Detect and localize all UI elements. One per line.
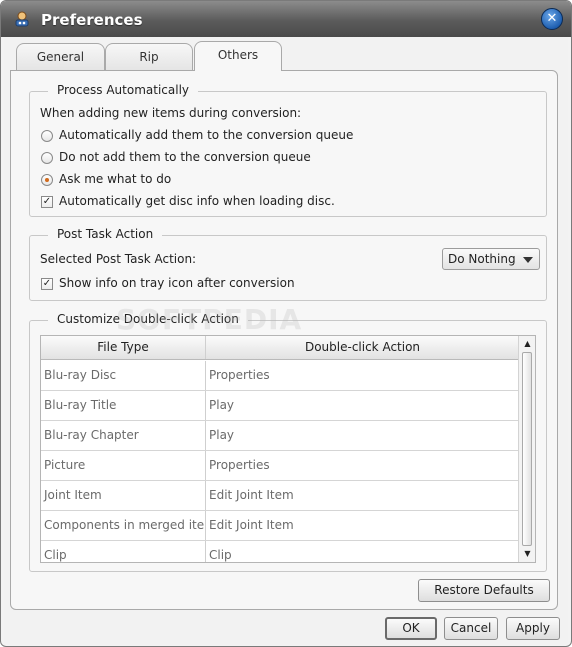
table-row[interactable]: Joint Item Edit Joint Item [41, 481, 519, 511]
radio-auto-add-label[interactable]: Automatically add them to the conversion… [59, 128, 353, 142]
post-task-dropdown[interactable]: Do Nothing [442, 248, 540, 270]
tray-info-checkbox[interactable]: ✓ [41, 278, 53, 290]
double-click-title: Customize Double-click Action [48, 312, 248, 326]
table-header: File Type Double-click Action [41, 336, 519, 360]
column-divider [205, 336, 206, 359]
chevron-down-icon [523, 257, 533, 263]
scroll-up-icon[interactable]: ▲ [521, 338, 534, 350]
scroll-down-icon[interactable]: ▼ [521, 548, 534, 560]
file-type-cell: Picture [44, 458, 86, 472]
double-click-table: File Type Double-click Action Blu-ray Di… [40, 335, 536, 563]
action-cell[interactable]: Edit Joint Item [206, 481, 519, 511]
app-icon [13, 10, 31, 28]
tab-general[interactable]: General [16, 43, 105, 71]
action-cell[interactable]: Properties [206, 451, 519, 481]
tab-others[interactable]: Others [194, 41, 282, 71]
post-task-dropdown-value: Do Nothing [448, 252, 516, 266]
table-row[interactable]: Components in merged items Edit Joint It… [41, 511, 519, 541]
scroll-thumb[interactable] [522, 352, 532, 546]
disc-info-checkbox[interactable]: ✓ [41, 196, 53, 208]
file-type-cell: Components in merged items [44, 518, 205, 532]
cancel-button[interactable]: Cancel [444, 617, 498, 640]
action-cell[interactable]: Edit Joint Item [206, 511, 519, 541]
restore-defaults-button[interactable]: Restore Defaults [418, 579, 550, 602]
action-cell[interactable]: Properties [206, 361, 519, 391]
file-type-cell: Joint Item [44, 488, 102, 502]
radio-ask-me[interactable] [41, 174, 53, 186]
file-type-cell: Blu-ray Chapter [44, 428, 139, 442]
ok-button[interactable]: OK [385, 617, 437, 640]
disc-info-label[interactable]: Automatically get disc info when loading… [59, 194, 335, 208]
radio-auto-add[interactable] [41, 130, 53, 142]
tab-rip[interactable]: Rip [105, 43, 193, 71]
action-cell[interactable]: Play [206, 421, 519, 451]
double-click-group: Customize Double-click Action File Type … [29, 312, 547, 572]
tab-rip-label: Rip [139, 50, 159, 64]
title-bar: Preferences ✕ [1, 1, 571, 37]
preferences-window: Preferences ✕ General Rip Others Process… [0, 0, 572, 647]
tray-info-label[interactable]: Show info on tray icon after conversion [59, 276, 295, 290]
action-cell[interactable]: Play [206, 391, 519, 421]
post-task-title: Post Task Action [48, 227, 163, 241]
radio-ask-me-label[interactable]: Ask me what to do [59, 172, 171, 186]
table-scrollbar[interactable]: ▲ ▼ [518, 336, 535, 562]
table-row[interactable]: Blu-ray Chapter Play [41, 421, 519, 451]
file-type-cell: Blu-ray Title [44, 398, 117, 412]
file-type-cell: Clip [44, 548, 67, 562]
tab-general-label: General [36, 50, 85, 64]
radio-do-not-add[interactable] [41, 152, 53, 164]
dialog-body: General Rip Others Process Automatically… [4, 37, 568, 645]
close-button[interactable]: ✕ [541, 8, 563, 30]
table-row[interactable]: Clip Clip [41, 541, 519, 562]
apply-button[interactable]: Apply [506, 617, 560, 640]
table-row[interactable]: Picture Properties [41, 451, 519, 481]
tab-panel-others: Process Automatically When adding new it… [10, 70, 558, 610]
radio-do-not-add-label[interactable]: Do not add them to the conversion queue [59, 150, 311, 164]
post-task-selected-label: Selected Post Task Action: [40, 252, 197, 266]
file-type-cell: Blu-ray Disc [44, 368, 117, 382]
process-automatically-title: Process Automatically [48, 83, 198, 97]
column-header-file-type[interactable]: File Type [41, 336, 205, 360]
close-icon: ✕ [546, 11, 558, 26]
conversion-prompt: When adding new items during conversion: [40, 106, 302, 120]
table-row[interactable]: Blu-ray Title Play [41, 391, 519, 421]
post-task-group: Post Task Action Selected Post Task Acti… [29, 227, 547, 301]
tab-others-label: Others [217, 48, 259, 62]
table-row[interactable]: Blu-ray Disc Properties [41, 361, 519, 391]
process-automatically-group: Process Automatically When adding new it… [29, 83, 547, 217]
window-title: Preferences [41, 11, 143, 29]
column-header-double-click-action[interactable]: Double-click Action [206, 336, 519, 360]
action-cell[interactable]: Clip [206, 541, 519, 562]
